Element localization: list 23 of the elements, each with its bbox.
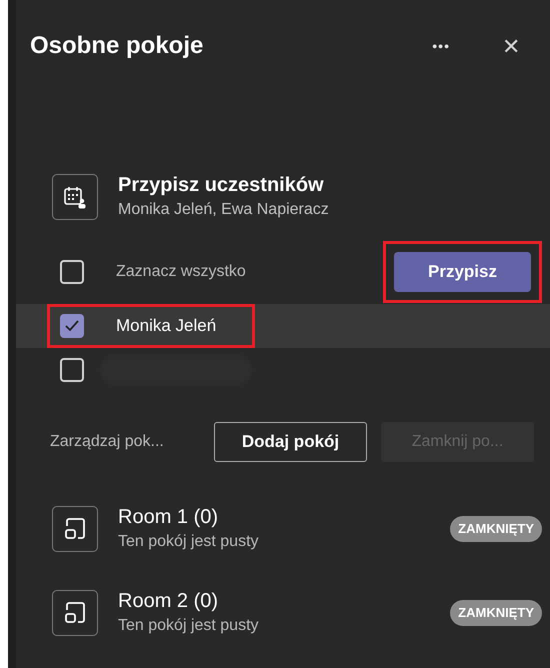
check-icon xyxy=(65,320,79,332)
status-badge: ZAMKNIĘTY xyxy=(450,516,542,542)
checkbox[interactable] xyxy=(60,260,84,284)
checkbox[interactable] xyxy=(60,314,84,338)
participant-name: Monika Jeleń xyxy=(116,315,216,338)
checkbox[interactable] xyxy=(60,358,84,382)
room-icon xyxy=(52,506,98,552)
more-button[interactable]: ••• xyxy=(432,36,450,56)
close-button[interactable]: ✕ xyxy=(502,30,520,62)
room-status: Ten pokój jest pusty xyxy=(118,532,260,552)
manage-label: Zarządzaj pok... xyxy=(50,432,165,452)
room-name: Room 1 (0) xyxy=(118,505,220,530)
assign-button[interactable]: Przypisz xyxy=(394,252,531,292)
select-all-label: Zaznacz wszystko xyxy=(116,262,247,282)
calendar-people-icon xyxy=(52,174,98,220)
room-status: Ten pokój jest pusty xyxy=(118,616,260,636)
status-badge: ZAMKNIĘTY xyxy=(450,600,542,626)
room-icon xyxy=(52,590,98,636)
participant-names: Monika Jeleń, Ewa Napieracz xyxy=(118,200,329,220)
add-room-button[interactable]: Dodaj pokój xyxy=(214,422,367,462)
section-title: Przypisz uczestników xyxy=(118,173,325,198)
panel-title: Osobne pokoje xyxy=(30,31,204,61)
room-name: Room 2 (0) xyxy=(118,589,220,614)
